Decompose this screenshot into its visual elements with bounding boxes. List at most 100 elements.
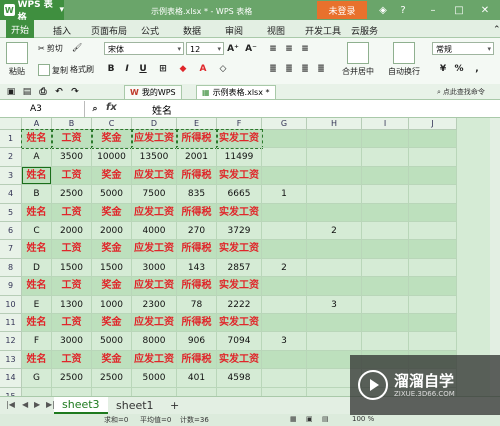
cell-a8[interactable]: D — [22, 258, 52, 278]
grow-font-icon[interactable]: A⁺ — [226, 42, 240, 56]
undo-icon[interactable]: ↶ — [52, 85, 66, 99]
column-header-a[interactable]: A — [22, 118, 52, 130]
column-header-h[interactable]: H — [307, 118, 362, 130]
percent-icon[interactable]: % — [452, 62, 466, 76]
cell-j1[interactable] — [409, 130, 457, 149]
formula-input[interactable]: 姓名 — [152, 102, 172, 117]
zoom-search-icon[interactable]: ⌕ — [88, 102, 102, 116]
cell-i9[interactable] — [362, 277, 409, 296]
cell-i8[interactable] — [362, 258, 409, 278]
first-sheet-icon[interactable]: |◀ — [6, 400, 15, 409]
cell-c8[interactable]: 1500 — [92, 258, 132, 278]
cell-g12[interactable]: 3 — [262, 332, 307, 351]
copy-button[interactable]: 复制 — [38, 64, 68, 76]
doc-tab-my-wps[interactable]: W 我的WPS — [124, 85, 182, 99]
cell-h11[interactable] — [307, 314, 362, 333]
page-break-view-icon[interactable]: ▤ — [322, 415, 329, 423]
cell-g11[interactable] — [262, 314, 307, 333]
tab-developer[interactable]: 开发工具 — [300, 22, 346, 38]
cell-c14[interactable]: 2500 — [92, 369, 132, 388]
cell-b2[interactable]: 3500 — [52, 148, 92, 167]
cell-b15[interactable] — [52, 387, 92, 396]
cell-g10[interactable] — [262, 295, 307, 314]
cell-e9[interactable]: 所得税 — [177, 277, 217, 296]
cell-j8[interactable] — [409, 258, 457, 278]
maximize-icon[interactable]: □ — [452, 3, 466, 17]
cell-g8[interactable]: 2 — [262, 258, 307, 278]
cell-h10[interactable]: 3 — [307, 295, 362, 314]
cell-j9[interactable] — [409, 277, 457, 296]
cell-d14[interactable]: 5000 — [132, 369, 177, 388]
cell-g15[interactable] — [262, 387, 307, 396]
row-header-12[interactable]: 12 — [0, 332, 22, 351]
cell-d3[interactable]: 应发工资 — [132, 166, 177, 186]
row-header-11[interactable]: 11 — [0, 314, 22, 333]
cell-a7[interactable]: 姓名 — [22, 240, 52, 259]
paste-button[interactable]: 粘贴 — [6, 42, 28, 77]
justify-icon[interactable]: ≣ — [314, 62, 328, 76]
align-top-icon[interactable]: ≡ — [266, 42, 280, 56]
cell-c5[interactable]: 奖金 — [92, 203, 132, 222]
underline-icon[interactable]: U — [136, 62, 150, 76]
help-icon[interactable]: ? — [396, 3, 410, 17]
row-header-8[interactable]: 8 — [0, 258, 22, 278]
tab-insert[interactable]: 插入 — [48, 22, 76, 38]
row-header-5[interactable]: 5 — [0, 203, 22, 222]
row-header-15[interactable]: 15 — [0, 387, 22, 396]
shrink-font-icon[interactable]: A⁻ — [244, 42, 258, 56]
italic-icon[interactable]: I — [120, 62, 134, 76]
cell-f9[interactable]: 实发工资 — [217, 277, 262, 296]
row-header-10[interactable]: 10 — [0, 295, 22, 314]
tab-formulas[interactable]: 公式 — [136, 22, 164, 38]
cell-i5[interactable] — [362, 203, 409, 222]
cell-h6[interactable]: 2 — [307, 222, 362, 241]
cell-b5[interactable]: 工资 — [52, 203, 92, 222]
cell-c1[interactable]: 奖金 — [91, 128, 133, 150]
format-painter-label[interactable]: 格式刷 — [70, 64, 94, 75]
close-icon[interactable]: ✕ — [478, 3, 492, 17]
cell-c6[interactable]: 2000 — [92, 222, 132, 241]
cell-g14[interactable] — [262, 369, 307, 388]
cell-b12[interactable]: 3000 — [52, 332, 92, 351]
tab-cloud[interactable]: 云服务 — [346, 22, 383, 38]
tab-view[interactable]: 视图 — [262, 22, 290, 38]
skin-icon[interactable]: ◈ — [376, 3, 390, 17]
page-layout-view-icon[interactable]: ▣ — [306, 415, 313, 423]
cell-e1[interactable]: 所得税 — [176, 128, 218, 150]
clear-format-icon[interactable]: ◇ — [216, 62, 230, 76]
cell-c10[interactable]: 1000 — [92, 295, 132, 314]
cell-d10[interactable]: 2300 — [132, 295, 177, 314]
cell-h2[interactable] — [307, 148, 362, 167]
cell-a11[interactable]: 姓名 — [22, 314, 52, 333]
cell-a14[interactable]: G — [22, 369, 52, 388]
cell-e7[interactable]: 所得税 — [177, 240, 217, 259]
cell-e13[interactable]: 所得税 — [177, 350, 217, 370]
cell-g1[interactable] — [262, 130, 307, 149]
tab-home[interactable]: 开始 — [6, 20, 35, 38]
row-header-4[interactable]: 4 — [0, 185, 22, 204]
name-box[interactable]: A3 — [0, 101, 85, 117]
cell-e2[interactable]: 2001 — [177, 148, 217, 167]
cell-e11[interactable]: 所得税 — [177, 314, 217, 333]
cell-c13[interactable]: 奖金 — [92, 350, 132, 370]
cell-j11[interactable] — [409, 314, 457, 333]
cell-d1[interactable]: 应发工资 — [131, 128, 178, 150]
thousands-icon[interactable]: , — [470, 62, 484, 76]
cell-h1[interactable] — [307, 130, 362, 149]
cell-b11[interactable]: 工资 — [52, 314, 92, 333]
cell-a3[interactable]: 姓名 — [22, 166, 52, 186]
cell-e8[interactable]: 143 — [177, 258, 217, 278]
cell-h12[interactable] — [307, 332, 362, 351]
row-header-13[interactable]: 13 — [0, 350, 22, 370]
cell-d11[interactable]: 应发工资 — [132, 314, 177, 333]
cell-i4[interactable] — [362, 185, 409, 204]
cell-d4[interactable]: 7500 — [132, 185, 177, 204]
print-icon[interactable]: ⎙ — [36, 85, 50, 99]
cell-h8[interactable] — [307, 258, 362, 278]
cell-c11[interactable]: 奖金 — [92, 314, 132, 333]
cell-j10[interactable] — [409, 295, 457, 314]
cell-b3[interactable]: 工资 — [52, 166, 92, 186]
cell-e15[interactable] — [177, 387, 217, 396]
cell-e3[interactable]: 所得税 — [177, 166, 217, 186]
cell-b8[interactable]: 1500 — [52, 258, 92, 278]
